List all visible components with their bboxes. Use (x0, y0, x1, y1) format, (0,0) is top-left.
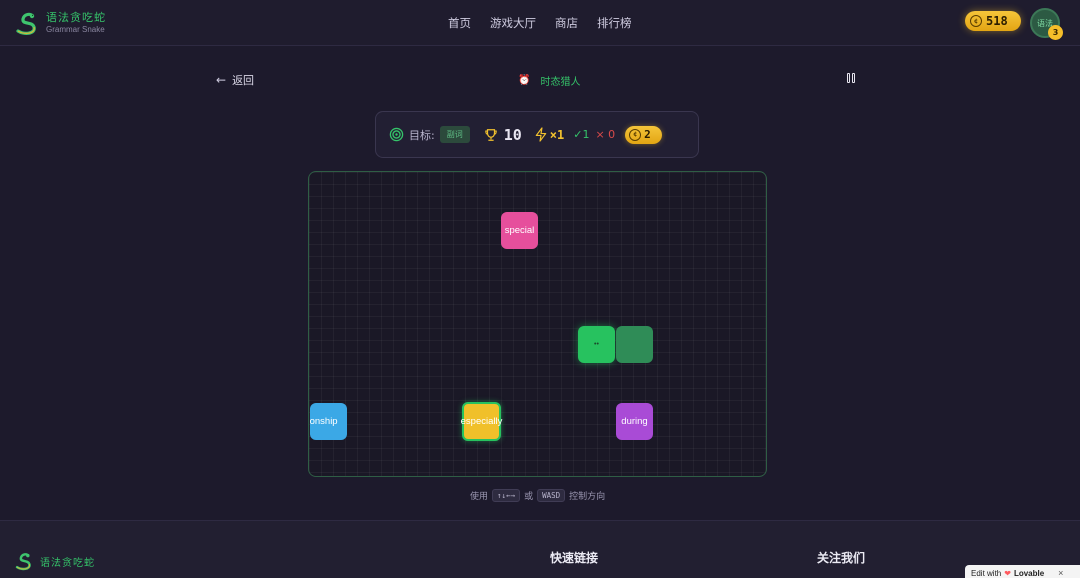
trophy-icon (484, 128, 497, 141)
round-coins: ¢ 2 (625, 125, 663, 144)
wasd-keys-hint: WASD (537, 489, 566, 502)
target-label: 目标: (409, 128, 435, 142)
arrow-keys-hint: ↑↓←→ (492, 489, 521, 502)
logo[interactable]: 语法贪吃蛇 Grammar Snake (14, 10, 106, 36)
snake-logo-icon (15, 553, 31, 571)
badge-prefix: Edit with (971, 568, 1002, 578)
hint-suffix: 控制方向 (569, 492, 606, 502)
word-tile-label: special (504, 225, 535, 236)
main-nav: 首页 游戏大厅 商店 排行榜 (448, 15, 632, 31)
nav-home[interactable]: 首页 (448, 15, 471, 31)
target-word-chip: 副词 (439, 126, 470, 143)
word-tile-label: especially (460, 416, 503, 427)
nav-shop[interactable]: 商店 (555, 15, 578, 31)
hint-or: 或 (524, 492, 534, 502)
status-panel: 目标: 副词 10 ×1 ✓1 × 0 ¢ 2 (375, 111, 699, 158)
back-button[interactable]: ← 返回 (216, 72, 254, 88)
word-tile-special: special (501, 212, 538, 249)
footer-logo-title: 语法贪吃蛇 (40, 557, 95, 569)
nav-leaderboard[interactable]: 排行榜 (597, 15, 632, 31)
snake-body-segment (616, 326, 653, 363)
pause-button[interactable] (847, 73, 857, 84)
pause-icon-bar (852, 73, 855, 83)
footer-follow-heading: 关注我们 (817, 551, 866, 565)
footer: 语法贪吃蛇 快速链接 关注我们 (0, 520, 1080, 578)
alarm-clock-icon: ⏰ (518, 75, 531, 86)
word-tile-label: relationship (309, 416, 338, 427)
badge-brand: Lovable (1013, 568, 1045, 578)
hint-prefix: 使用 (470, 492, 489, 502)
snake-head: •• (578, 326, 615, 363)
back-label: 返回 (232, 74, 255, 87)
game-board[interactable]: special •• relationship especially durin… (308, 171, 767, 477)
wrong-count: × 0 (595, 128, 616, 141)
coin-balance[interactable]: ¢ 518 (965, 11, 1021, 31)
close-icon[interactable]: × (1058, 568, 1063, 578)
lightning-icon (535, 127, 547, 142)
logo-subtitle: Grammar Snake (46, 25, 105, 34)
word-tile-during: during (616, 403, 653, 440)
correct-count: ✓1 (573, 128, 590, 141)
level-badge: 3 (1048, 25, 1063, 40)
snake-eyes-icon: •• (594, 341, 599, 348)
arrow-left-icon: ← (216, 73, 227, 87)
logo-title: 语法贪吃蛇 (46, 11, 106, 24)
word-tile-especially: especially (460, 402, 503, 441)
round-coins-value: 2 (644, 128, 651, 141)
mode-label: 时态猎人 (540, 77, 581, 88)
coin-icon: ¢ (629, 128, 642, 141)
edit-with-lovable-badge[interactable]: Edit with ❤ Lovable × (965, 565, 1080, 578)
word-tile-label: during (621, 416, 648, 427)
word-tile-relationship: relationship (309, 403, 347, 440)
combo-multiplier: ×1 (549, 127, 565, 142)
heart-icon: ❤ (1004, 568, 1011, 578)
footer-quick-links-heading: 快速链接 (550, 551, 599, 565)
coin-icon: ¢ (970, 15, 982, 27)
game-mode: ⏰ 时态猎人 (518, 73, 580, 88)
snake-logo-icon (16, 12, 36, 35)
control-hint: 使用 ↑↓←→ 或 WASD 控制方向 (470, 489, 605, 502)
target-icon (389, 127, 404, 142)
score-value: 10 (503, 125, 522, 144)
footer-logo[interactable]: 语法贪吃蛇 (14, 551, 95, 571)
nav-game-lobby[interactable]: 游戏大厅 (490, 15, 536, 31)
pause-icon (847, 73, 850, 83)
top-header: 语法贪吃蛇 Grammar Snake 首页 游戏大厅 商店 排行榜 ¢ 518… (0, 0, 1080, 46)
coin-balance-value: 518 (986, 14, 1008, 28)
